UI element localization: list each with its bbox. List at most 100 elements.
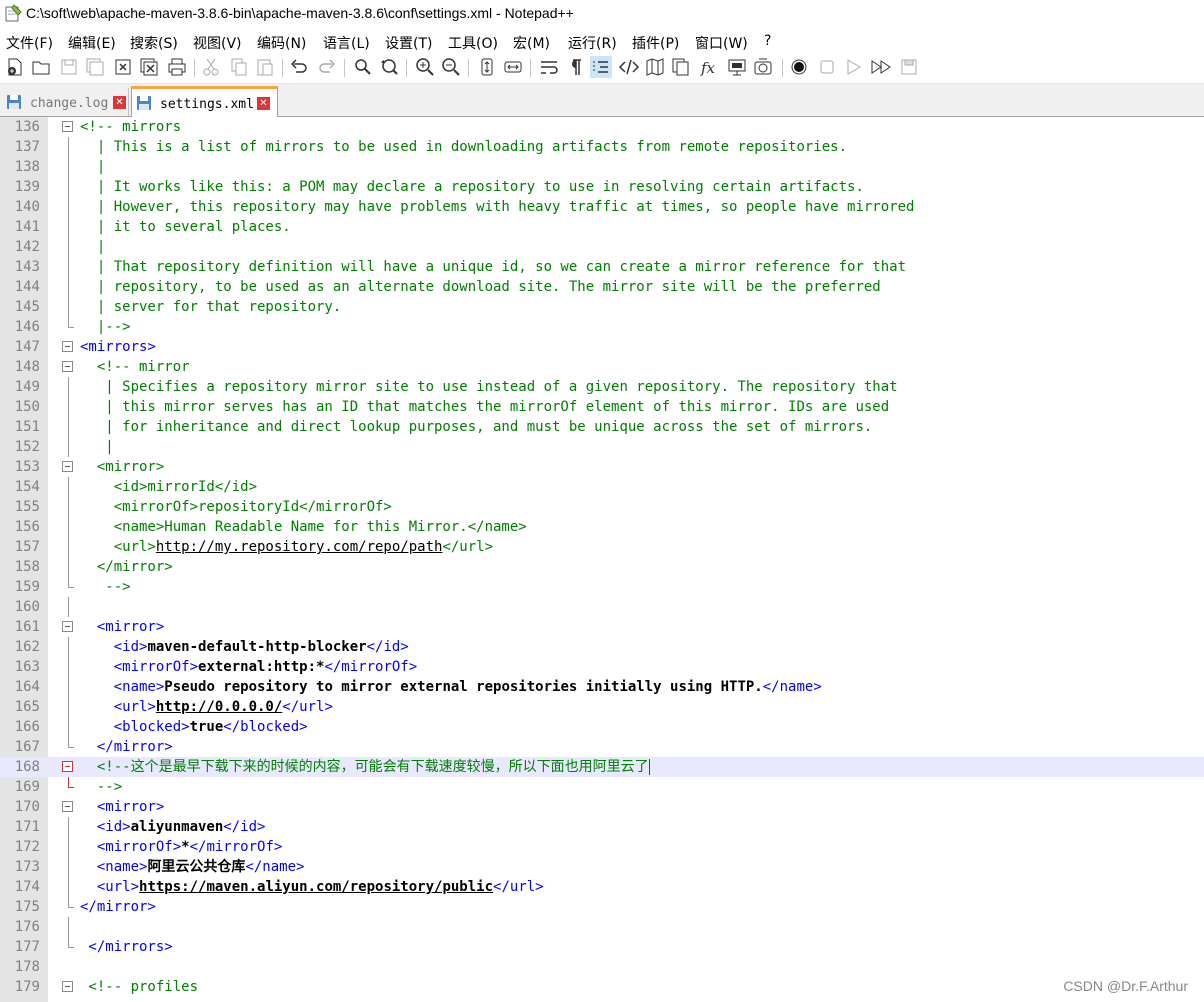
code-line[interactable]: 153 <mirror> bbox=[0, 457, 1204, 477]
code-line[interactable]: 138 | bbox=[0, 157, 1204, 177]
code-line[interactable]: 150 | this mirror serves has an ID that … bbox=[0, 397, 1204, 417]
menu-language[interactable]: 语言(L) bbox=[323, 33, 370, 53]
menu-tools[interactable]: 工具(O) bbox=[448, 33, 498, 53]
run-macro-multiple-icon[interactable] bbox=[870, 56, 892, 78]
show-all-chars-icon[interactable] bbox=[564, 56, 586, 78]
code-line[interactable]: 139 | It works like this: a POM may decl… bbox=[0, 177, 1204, 197]
close-all-icon[interactable] bbox=[138, 56, 160, 78]
xml-tag-icon[interactable] bbox=[618, 56, 640, 78]
word-wrap-icon[interactable] bbox=[538, 56, 560, 78]
code-line[interactable]: 175 </mirror> bbox=[0, 897, 1204, 917]
new-file-icon[interactable] bbox=[4, 56, 26, 78]
code-line[interactable]: 137 | This is a list of mirrors to be us… bbox=[0, 137, 1204, 157]
undo-icon[interactable] bbox=[288, 56, 310, 78]
fold-toggle-icon[interactable] bbox=[62, 621, 73, 632]
code-line[interactable]: 140 | However, this repository may have … bbox=[0, 197, 1204, 217]
menu-window[interactable]: 窗口(W) bbox=[695, 33, 748, 53]
fold-toggle-icon[interactable] bbox=[62, 461, 73, 472]
print-icon[interactable] bbox=[166, 56, 188, 78]
indent-guide-icon[interactable] bbox=[590, 56, 612, 78]
code-line[interactable]: 176 bbox=[0, 917, 1204, 937]
code-line[interactable]: 146 |--> bbox=[0, 317, 1204, 337]
code-line[interactable]: 171 <id>aliyunmaven</id> bbox=[0, 817, 1204, 837]
fold-toggle-icon[interactable] bbox=[62, 761, 73, 772]
menu-file[interactable]: 文件(F) bbox=[6, 33, 53, 53]
code-line[interactable]: 155 <mirrorOf>repositoryId</mirrorOf> bbox=[0, 497, 1204, 517]
code-line[interactable]: 164 <name>Pseudo repository to mirror ex… bbox=[0, 677, 1204, 697]
code-line[interactable]: 165 <url>http://0.0.0.0/</url> bbox=[0, 697, 1204, 717]
document-map-icon[interactable] bbox=[644, 56, 666, 78]
replace-icon[interactable] bbox=[378, 56, 400, 78]
paste-icon[interactable] bbox=[254, 56, 276, 78]
code-line[interactable]: 141 | it to several places. bbox=[0, 217, 1204, 237]
menu-help[interactable]: ? bbox=[764, 33, 771, 49]
code-line[interactable]: 169 --> bbox=[0, 777, 1204, 797]
save-icon[interactable] bbox=[58, 56, 80, 78]
open-file-icon[interactable] bbox=[30, 56, 52, 78]
code-editor[interactable]: 136 <!-- mirrors 137 | This is a list of m… bbox=[0, 117, 1204, 1002]
menu-run[interactable]: 运行(R) bbox=[568, 33, 617, 53]
code-line[interactable]: 170 <mirror> bbox=[0, 797, 1204, 817]
menu-search[interactable]: 搜索(S) bbox=[130, 33, 178, 53]
find-icon[interactable] bbox=[352, 56, 374, 78]
code-line[interactable]: 167 </mirror> bbox=[0, 737, 1204, 757]
monitoring-icon[interactable] bbox=[752, 56, 774, 78]
stop-record-icon[interactable] bbox=[816, 56, 838, 78]
code-line[interactable]: 145 | server for that repository. bbox=[0, 297, 1204, 317]
code-line[interactable]: 148 <!-- mirror bbox=[0, 357, 1204, 377]
code-line[interactable]: 173 <name>阿里云公共仓库</name> bbox=[0, 857, 1204, 877]
sync-vertical-icon[interactable] bbox=[476, 56, 498, 78]
redo-icon[interactable] bbox=[316, 56, 338, 78]
tab-close-icon[interactable]: ✕ bbox=[113, 96, 126, 109]
folder-as-workspace-icon[interactable] bbox=[726, 56, 748, 78]
menu-macro[interactable]: 宏(M) bbox=[513, 33, 550, 53]
tab-close-icon[interactable]: ✕ bbox=[257, 97, 270, 110]
menu-view[interactable]: 视图(V) bbox=[193, 33, 242, 53]
fold-toggle-icon[interactable] bbox=[62, 341, 73, 352]
code-line[interactable]: 166 <blocked>true</blocked> bbox=[0, 717, 1204, 737]
code-line[interactable]: 144 | repository, to be used as an alter… bbox=[0, 277, 1204, 297]
fold-toggle-icon[interactable] bbox=[62, 981, 73, 992]
cut-icon[interactable] bbox=[200, 56, 222, 78]
copy-icon[interactable] bbox=[228, 56, 250, 78]
document-list-icon[interactable] bbox=[670, 56, 692, 78]
code-line[interactable]: 179 <!-- profiles bbox=[0, 977, 1204, 997]
code-line[interactable]: 160 bbox=[0, 597, 1204, 617]
save-all-icon[interactable] bbox=[84, 56, 106, 78]
menu-settings[interactable]: 设置(T) bbox=[385, 33, 432, 53]
code-line[interactable]: 136 <!-- mirrors bbox=[0, 117, 1204, 137]
close-icon[interactable] bbox=[112, 56, 134, 78]
fold-toggle-icon[interactable] bbox=[62, 121, 73, 132]
code-line[interactable]: 177 </mirrors> bbox=[0, 937, 1204, 957]
zoom-out-icon[interactable] bbox=[440, 56, 462, 78]
code-line[interactable]: 157 <url>http://my.repository.com/repo/p… bbox=[0, 537, 1204, 557]
code-line[interactable]: 161 <mirror> bbox=[0, 617, 1204, 637]
code-line[interactable]: 149 | Specifies a repository mirror site… bbox=[0, 377, 1204, 397]
tab-settings-xml[interactable]: settings.xml ✕ bbox=[131, 86, 278, 118]
tab-change-log[interactable]: change.log ✕ bbox=[2, 88, 129, 116]
code-line[interactable]: 178 bbox=[0, 957, 1204, 977]
code-line[interactable]: 163 <mirrorOf>external:http:*</mirrorOf> bbox=[0, 657, 1204, 677]
code-line[interactable]: 168 <!--这个是最早下载下来的时候的内容，可能会有下载速度较慢，所以下面也… bbox=[0, 757, 1204, 777]
play-macro-icon[interactable] bbox=[842, 56, 864, 78]
fold-toggle-icon[interactable] bbox=[62, 801, 73, 812]
code-line[interactable]: 158 </mirror> bbox=[0, 557, 1204, 577]
code-line[interactable]: 159 --> bbox=[0, 577, 1204, 597]
code-line[interactable]: 174 <url>https://maven.aliyun.com/reposi… bbox=[0, 877, 1204, 897]
code-line[interactable]: 152 | bbox=[0, 437, 1204, 457]
zoom-in-icon[interactable] bbox=[414, 56, 436, 78]
code-line[interactable]: 154 <id>mirrorId</id> bbox=[0, 477, 1204, 497]
code-line[interactable]: 156 <name>Human Readable Name for this M… bbox=[0, 517, 1204, 537]
menu-plugins[interactable]: 插件(P) bbox=[632, 33, 679, 53]
code-line[interactable]: 143 | That repository definition will ha… bbox=[0, 257, 1204, 277]
code-line[interactable]: 147 <mirrors> bbox=[0, 337, 1204, 357]
code-line[interactable]: 172 <mirrorOf>*</mirrorOf> bbox=[0, 837, 1204, 857]
function-list-icon[interactable]: fx bbox=[698, 56, 720, 78]
fold-toggle-icon[interactable] bbox=[62, 361, 73, 372]
menu-edit[interactable]: 编辑(E) bbox=[68, 33, 116, 53]
code-line[interactable]: 142 | bbox=[0, 237, 1204, 257]
sync-horizontal-icon[interactable] bbox=[502, 56, 524, 78]
code-line[interactable]: 162 <id>maven-default-http-blocker</id> bbox=[0, 637, 1204, 657]
code-line[interactable]: 151 | for inheritance and direct lookup … bbox=[0, 417, 1204, 437]
save-macro-icon[interactable] bbox=[898, 56, 920, 78]
